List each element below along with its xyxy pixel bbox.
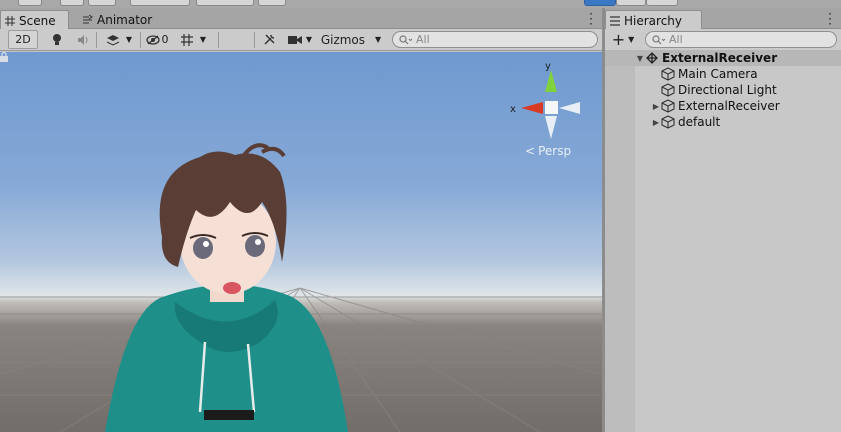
- gizmos-dropdown[interactable]: Gizmos ▼: [318, 30, 384, 49]
- hierarchy-search-placeholder: All: [669, 33, 683, 46]
- camera-icon: [287, 35, 302, 44]
- gizmo-neg-y-cone[interactable]: [545, 116, 557, 139]
- gizmos-label: Gizmos: [320, 32, 366, 47]
- camera-dropdown[interactable]: ▼: [284, 30, 316, 49]
- list-icon: [610, 15, 620, 26]
- hierarchy-item-default[interactable]: ▶ default: [605, 114, 841, 130]
- hierarchy-toolbar: + ▼ All: [605, 29, 841, 51]
- avatar-character: [105, 143, 348, 432]
- lighting-toggle-button[interactable]: [46, 30, 68, 49]
- chevron-down-icon: ▼: [199, 35, 207, 44]
- eye-hidden-icon: [145, 34, 160, 45]
- gameobject-cube-icon: [661, 67, 675, 81]
- layers-effects-icon: [106, 34, 120, 46]
- gizmo-center-cube[interactable]: [545, 101, 558, 114]
- gameobject-cube-icon: [661, 99, 675, 113]
- audio-toggle-button[interactable]: [72, 30, 94, 49]
- grid-dropdown[interactable]: ▼: [174, 30, 212, 49]
- gizmo-x-label: x: [510, 104, 516, 115]
- speaker-icon: [78, 34, 88, 45]
- scene-render: y x: [0, 61, 602, 432]
- pause-button[interactable]: [616, 0, 646, 6]
- tools-button[interactable]: [258, 30, 280, 49]
- toolbar-separator: [218, 32, 219, 48]
- effects-dropdown[interactable]: ▼: [100, 30, 138, 49]
- tab-animator[interactable]: Animator: [78, 10, 160, 30]
- unity-scene-icon: [646, 52, 658, 64]
- hierarchy-item-label: ExternalReceiver: [662, 51, 778, 65]
- scene-visibility-toggle[interactable]: 0: [144, 30, 170, 49]
- hierarchy-item-directional-light[interactable]: Directional Light: [605, 82, 841, 98]
- toolbar-separator: [140, 32, 141, 48]
- grid-icon: [5, 15, 15, 26]
- hierarchy-item-label: Directional Light: [678, 83, 777, 97]
- hierarchy-item-label: Main Camera: [678, 67, 758, 81]
- orientation-gizmo[interactable]: [521, 70, 580, 139]
- toolbar-button[interactable]: [196, 0, 254, 6]
- tab-hierarchy[interactable]: Hierarchy: [605, 10, 702, 30]
- plus-icon: +: [611, 29, 626, 49]
- hierarchy-item-label: ExternalReceiver: [678, 99, 780, 113]
- gizmo-neg-x-cone[interactable]: [559, 102, 580, 114]
- projection-label: Persp: [538, 144, 572, 158]
- toolbar-button[interactable]: [88, 0, 116, 6]
- gameobject-cube-icon: [661, 115, 675, 129]
- scene-viewport[interactable]: y x < Persp: [0, 52, 602, 432]
- toolbar-button[interactable]: [18, 0, 42, 6]
- hierarchy-item-main-camera[interactable]: Main Camera: [605, 66, 841, 82]
- projection-toggle[interactable]: < Persp: [525, 144, 571, 158]
- gameobject-cube-icon: [661, 83, 675, 97]
- gizmo-x-cone[interactable]: [521, 102, 543, 114]
- 2d-toggle-button[interactable]: 2D: [8, 30, 38, 49]
- hierarchy-window: Hierarchy · · · + ▼ All ▼ ExternalReceiver…: [605, 8, 841, 432]
- lock-icon[interactable]: [0, 52, 8, 62]
- hierarchy-item-label: default: [678, 115, 721, 129]
- gizmo-y-label: y: [545, 61, 551, 72]
- hierarchy-scene-row[interactable]: ▼ ExternalReceiver: [605, 50, 841, 66]
- toolbar-separator: [254, 32, 255, 48]
- gizmo-y-cone[interactable]: [545, 70, 557, 92]
- chevron-down-icon: ▼: [305, 35, 313, 44]
- scene-search-placeholder: All: [416, 33, 430, 46]
- collapsed-arrow-icon[interactable]: ▶: [651, 118, 661, 127]
- scene-toolbar: 2D ▼ 0 ▼ ▼ Gizmos ▼ All: [0, 29, 602, 51]
- tab-scene[interactable]: Scene: [0, 10, 69, 30]
- perspective-icon: <: [525, 144, 536, 158]
- hierarchy-item-externalreceiver[interactable]: ▶ ExternalReceiver: [605, 98, 841, 114]
- lightbulb-icon: [53, 34, 61, 45]
- toolbar-button[interactable]: [258, 0, 286, 6]
- collapsed-arrow-icon[interactable]: ▶: [651, 102, 661, 111]
- chevron-down-icon: ▼: [628, 35, 635, 44]
- toolbar-button[interactable]: [130, 0, 190, 6]
- expand-arrow-icon[interactable]: ▼: [635, 54, 645, 63]
- search-icon: [652, 34, 665, 44]
- animator-icon: [83, 15, 93, 24]
- step-button[interactable]: [646, 0, 678, 6]
- hidden-count: 0: [161, 33, 169, 46]
- hierarchy-tab-bar: Hierarchy · · ·: [605, 8, 841, 30]
- main-toolbar-strip: [0, 0, 841, 8]
- search-icon: [399, 34, 412, 44]
- scene-tab-bar: Scene Animator · · ·: [0, 8, 602, 30]
- tab-scene-label: Scene: [19, 13, 56, 28]
- chevron-down-icon: ▼: [125, 35, 133, 44]
- grid-snap-icon: [180, 33, 193, 46]
- wrench-icon: [263, 34, 275, 45]
- hierarchy-search-input[interactable]: All: [645, 31, 837, 48]
- create-dropdown[interactable]: + ▼: [609, 30, 637, 49]
- 2d-label: 2D: [15, 33, 31, 46]
- play-button[interactable]: [584, 0, 616, 6]
- chevron-down-icon: ▼: [375, 35, 382, 44]
- more-options-icon[interactable]: · · ·: [827, 8, 833, 30]
- tab-hierarchy-label: Hierarchy: [624, 13, 683, 28]
- scene-window: Scene Animator · · · 2D ▼ 0 ▼ ▼ Gizmos ▼…: [0, 8, 602, 432]
- tab-animator-label: Animator: [97, 13, 153, 27]
- more-options-icon[interactable]: · · ·: [588, 8, 594, 30]
- scene-search-input[interactable]: All: [392, 31, 598, 48]
- toolbar-separator: [96, 32, 97, 48]
- toolbar-button[interactable]: [60, 0, 84, 6]
